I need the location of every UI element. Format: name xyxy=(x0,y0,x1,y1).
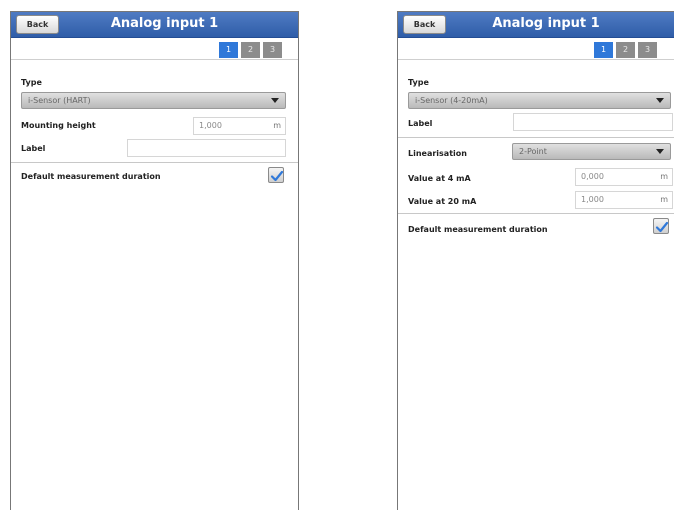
value-4ma-label: Value at 4 mA xyxy=(408,174,471,183)
tab-2[interactable]: 2 xyxy=(616,42,635,58)
chevron-down-icon xyxy=(656,98,664,103)
value-20ma-unit: m xyxy=(660,195,668,204)
type-select-value: i-Sensor (4-20mA) xyxy=(415,96,488,105)
linearisation-select[interactable]: 2-Point xyxy=(512,143,671,160)
type-label: Type xyxy=(21,78,42,87)
type-label: Type xyxy=(408,78,429,87)
page-title: Analog input 1 xyxy=(492,16,600,31)
value-20ma-field[interactable]: 1,000 m xyxy=(575,191,673,209)
page-title: Analog input 1 xyxy=(110,16,219,31)
tab-3[interactable]: 3 xyxy=(263,42,282,58)
screen-analog-input-hart: Back Analog input 1 1 2 3 Type i-Sensor … xyxy=(10,11,299,510)
chevron-down-icon xyxy=(656,149,664,154)
title-bar: Back Analog input 1 xyxy=(11,12,298,38)
page-tabs: 1 2 3 xyxy=(11,39,298,60)
mounting-height-field[interactable]: 1,000 m xyxy=(193,117,286,135)
tab-2[interactable]: 2 xyxy=(241,42,260,58)
type-select[interactable]: i-Sensor (4-20mA) xyxy=(408,92,671,109)
divider xyxy=(398,213,674,214)
value-4ma-unit: m xyxy=(660,172,668,181)
default-measurement-label: Default measurement duration xyxy=(408,225,548,234)
tab-1[interactable]: 1 xyxy=(594,42,613,58)
screen-analog-input-4-20ma: Back Analog input 1 1 2 3 Type i-Sensor … xyxy=(397,11,674,510)
tab-1[interactable]: 1 xyxy=(219,42,238,58)
checkmark-icon xyxy=(655,221,669,233)
default-measurement-checkbox[interactable] xyxy=(268,167,284,183)
title-bar: Back Analog input 1 xyxy=(398,12,674,38)
mounting-height-value: 1,000 xyxy=(199,121,222,130)
value-20ma-label: Value at 20 mA xyxy=(408,197,477,206)
back-button[interactable]: Back xyxy=(403,15,446,34)
back-button[interactable]: Back xyxy=(16,15,59,34)
mounting-height-label: Mounting height xyxy=(21,121,96,130)
page-tabs: 1 2 3 xyxy=(398,39,674,60)
default-measurement-checkbox[interactable] xyxy=(653,218,669,234)
value-4ma-value: 0,000 xyxy=(581,172,604,181)
mounting-height-unit: m xyxy=(273,121,281,130)
divider xyxy=(11,162,298,163)
label-label: Label xyxy=(408,119,433,128)
default-measurement-label: Default measurement duration xyxy=(21,172,161,181)
divider xyxy=(398,137,674,138)
linearisation-label: Linearisation xyxy=(408,149,467,158)
label-field[interactable] xyxy=(513,113,673,131)
label-field[interactable] xyxy=(127,139,286,157)
type-select-value: i-Sensor (HART) xyxy=(28,96,91,105)
chevron-down-icon xyxy=(271,98,279,103)
type-select[interactable]: i-Sensor (HART) xyxy=(21,92,286,109)
value-4ma-field[interactable]: 0,000 m xyxy=(575,168,673,186)
tab-3[interactable]: 3 xyxy=(638,42,657,58)
value-20ma-value: 1,000 xyxy=(581,195,604,204)
label-label: Label xyxy=(21,144,46,153)
checkmark-icon xyxy=(270,170,284,182)
linearisation-select-value: 2-Point xyxy=(519,147,547,156)
